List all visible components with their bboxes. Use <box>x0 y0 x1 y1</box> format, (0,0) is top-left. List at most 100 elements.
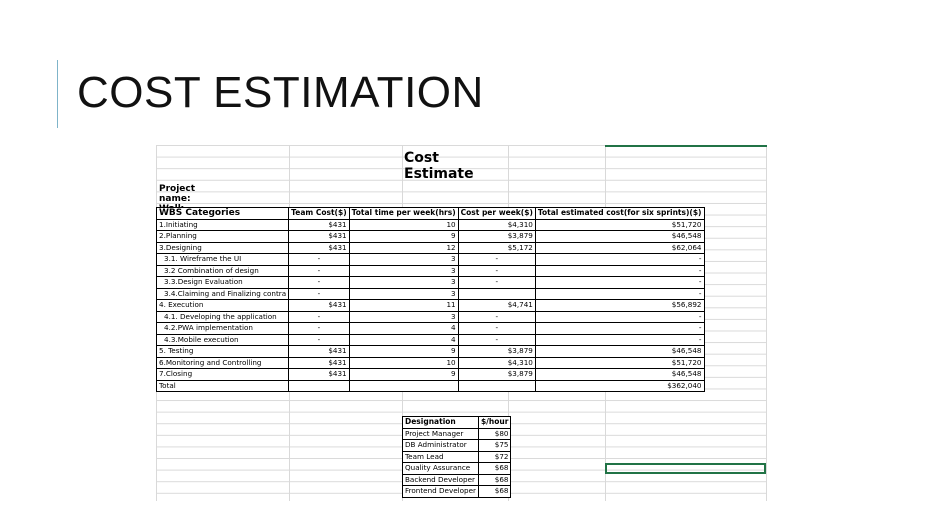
cell-hours: 10 <box>348 218 459 231</box>
cell-rate: $68 <box>477 473 512 486</box>
cell-hours: 11 <box>348 299 459 312</box>
cell-cost-per-week: $3,879 <box>457 368 536 381</box>
cell-wbs-category: 4. Execution <box>155 299 290 312</box>
table-row: 1.Initiating $431 10 $4,310 $51,720 <box>155 218 705 231</box>
cell-total-cost: $46,548 <box>534 230 705 243</box>
table-row: 3.4.Claiming and Finalizing contra -3- <box>155 287 705 300</box>
cell-wbs-category: 3.3.Design Evaluation <box>155 276 290 289</box>
cell-hours: 4 <box>348 333 459 346</box>
header-wbs-categories: WBS Categories <box>155 207 290 220</box>
cell-wbs-category: 3.2 Combination of design <box>155 264 290 277</box>
cell-cost-per-week: - <box>457 264 536 277</box>
header-cost-per-week: Cost per week($) <box>457 207 536 220</box>
table-row: 3.1. Wireframe the UI -3- - <box>155 253 705 266</box>
cell-team-cost: $431 <box>288 218 350 231</box>
cell-cost-per-week: $5,172 <box>457 241 536 254</box>
selected-cell[interactable] <box>605 463 766 474</box>
table-row: 3.3.Design Evaluation -3- - <box>155 276 705 289</box>
table-row: 3.2 Combination of design -3- - <box>155 264 705 277</box>
selection-top-border <box>605 145 767 147</box>
cell-total-cost: - <box>534 253 705 266</box>
cell-cost-per-week: $4,310 <box>457 356 536 369</box>
cell-rate: $68 <box>477 485 512 498</box>
rates-header-row: Designation $/hour <box>402 416 512 429</box>
cell-team-cost: $431 <box>288 299 350 312</box>
cell-cost-per-week: $4,310 <box>457 218 536 231</box>
cell-wbs-category: 4.1. Developing the application <box>155 310 290 323</box>
cell-hours: 4 <box>348 322 459 335</box>
rates-row: Team Lead $72 <box>402 450 512 463</box>
cell-hours: 12 <box>348 241 459 254</box>
cell-cost-per-week <box>457 287 536 300</box>
cell-wbs-category: Total <box>155 379 290 392</box>
cell-wbs-category: 6.Monitoring and Controlling <box>155 356 290 369</box>
cell-cost-per-week: - <box>457 253 536 266</box>
cell-cost-per-week: $4,741 <box>457 299 536 312</box>
table-row: 5. Testing $431 9 $3,879 $46,548 <box>155 345 705 358</box>
header-designation: Designation <box>402 416 479 429</box>
cell-cost-per-week: - <box>457 333 536 346</box>
cell-team-cost: $431 <box>288 241 350 254</box>
cell-total-cost: $46,548 <box>534 345 705 358</box>
cell-cost-per-week: - <box>457 322 536 335</box>
cell-hours: 3 <box>348 287 459 300</box>
wbs-cost-table: WBS Categories Team Cost($) Total time p… <box>155 207 705 392</box>
table-row: 3.Designing $431 12 $5,172 $62,064 <box>155 241 705 254</box>
table-row: 4.1. Developing the application -3- - <box>155 310 705 323</box>
cell-wbs-category: 1.Initiating <box>155 218 290 231</box>
slide-title: COST ESTIMATION <box>77 68 484 117</box>
cell-total-cost: - <box>534 276 705 289</box>
cell-hours: 3 <box>348 264 459 277</box>
cell-total-cost: $51,720 <box>534 218 705 231</box>
cell-designation: Frontend Developer <box>402 485 479 498</box>
cell-total-cost: - <box>534 333 705 346</box>
cell-designation: Project Manager <box>402 427 479 440</box>
table-row: Total $362,040 <box>155 379 705 392</box>
cell-rate: $80 <box>477 427 512 440</box>
cell-total-cost: $362,040 <box>534 379 705 392</box>
cell-wbs-category: 3.4.Claiming and Finalizing contra <box>155 287 290 300</box>
hourly-rates-table: Designation $/hour Project Manager $80 DB … <box>402 416 512 498</box>
cell-total-cost: $62,064 <box>534 241 705 254</box>
title-accent-line <box>57 60 58 128</box>
cell-team-cost: - <box>288 333 350 346</box>
cell-cost-per-week: - <box>457 310 536 323</box>
cell-total-cost: $56,892 <box>534 299 705 312</box>
cell-hours <box>348 379 459 392</box>
cell-hours: 9 <box>348 368 459 381</box>
table-row: 4.2.PWA implementation -4- - <box>155 322 705 335</box>
cell-team-cost: - <box>288 287 350 300</box>
cell-total-cost: - <box>534 287 705 300</box>
cell-wbs-category: 2.Planning <box>155 230 290 243</box>
header-rate: $/hour <box>477 416 512 429</box>
cell-hours: 3 <box>348 310 459 323</box>
table-row: 4.3.Mobile execution -4- - <box>155 333 705 346</box>
cell-wbs-category: 3.Designing <box>155 241 290 254</box>
cell-team-cost: - <box>288 322 350 335</box>
cell-total-cost: - <box>534 264 705 277</box>
cell-rate: $68 <box>477 462 512 475</box>
cell-hours: 9 <box>348 230 459 243</box>
cell-team-cost: $431 <box>288 230 350 243</box>
header-team-cost: Team Cost($) <box>288 207 350 220</box>
table-header-row: WBS Categories Team Cost($) Total time p… <box>155 207 705 220</box>
cell-team-cost: - <box>288 253 350 266</box>
cell-designation: DB Administrator <box>402 439 479 452</box>
rates-row: Project Manager $80 <box>402 427 512 440</box>
header-total-time: Total time per week(hrs) <box>348 207 459 220</box>
cell-rate: $75 <box>477 439 512 452</box>
cell-designation: Team Lead <box>402 450 479 463</box>
cell-designation: Backend Developer <box>402 473 479 486</box>
cell-designation: Quality Assurance <box>402 462 479 475</box>
cell-cost-per-week <box>457 379 536 392</box>
rates-row: DB Administrator $75 <box>402 439 512 452</box>
cell-team-cost: $431 <box>288 368 350 381</box>
cell-team-cost <box>288 379 350 392</box>
table-row: 2.Planning $431 9 $3,879 $46,548 <box>155 230 705 243</box>
cell-wbs-category: 5. Testing <box>155 345 290 358</box>
cell-cost-per-week: $3,879 <box>457 345 536 358</box>
grid-column-line <box>766 145 767 501</box>
sheet-title: Cost Estimate <box>404 150 474 182</box>
cell-team-cost: $431 <box>288 345 350 358</box>
cell-team-cost: - <box>288 276 350 289</box>
